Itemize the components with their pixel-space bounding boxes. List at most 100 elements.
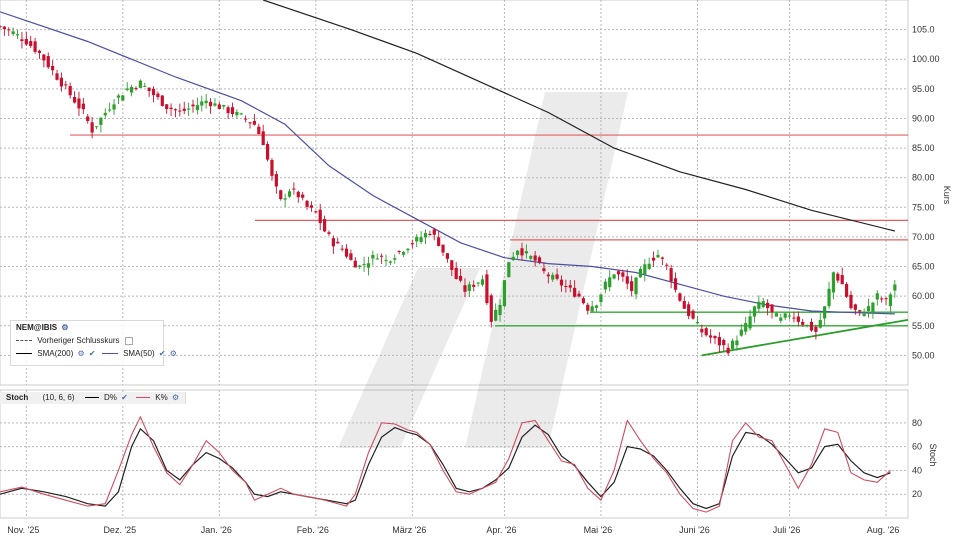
candle <box>265 141 270 162</box>
candle-body <box>336 241 340 244</box>
candle-body <box>866 306 871 312</box>
sma50-check-icon[interactable]: ✔ <box>159 349 166 358</box>
candle-body <box>59 77 64 87</box>
candle-body <box>292 188 296 190</box>
candle-body <box>397 251 401 253</box>
candle-body <box>318 209 322 224</box>
candle-body <box>423 233 428 238</box>
x-tick-label: März '26 <box>392 525 426 535</box>
candle-body <box>213 103 217 106</box>
candle-body <box>643 264 647 275</box>
stoch-tick-label: 60 <box>912 442 922 452</box>
candle-body <box>24 38 28 45</box>
candle-body <box>507 262 511 278</box>
candle-body <box>893 284 897 291</box>
candle-body <box>555 274 559 279</box>
candle-body <box>116 95 121 98</box>
candle-body <box>401 252 406 255</box>
candle-body <box>42 54 46 61</box>
candle-body <box>458 275 463 281</box>
candle-body <box>366 263 371 268</box>
y-tick-label: 65.00 <box>912 262 935 272</box>
candle-body <box>270 159 274 176</box>
candle-body <box>340 248 344 250</box>
candle-body <box>766 302 770 309</box>
candle-body <box>888 294 893 307</box>
candle-body <box>108 109 112 111</box>
candle-body <box>445 253 450 259</box>
candle-body <box>783 313 787 318</box>
candle-body <box>432 229 436 235</box>
d-swatch <box>84 397 99 399</box>
candle-body <box>2 26 6 30</box>
candle-body <box>516 250 520 255</box>
candle-body <box>770 304 774 313</box>
candle-body <box>638 268 643 278</box>
candle-body <box>261 131 265 146</box>
candle-body <box>722 339 726 346</box>
candle-body <box>700 328 704 333</box>
candle-body <box>735 340 739 346</box>
d-check-icon[interactable]: ✔ <box>121 393 128 402</box>
candle-body <box>230 107 235 115</box>
candle-body <box>884 298 888 300</box>
sma200-check-icon[interactable]: ✔ <box>89 349 96 358</box>
sma50-swatch <box>101 353 118 355</box>
stoch-tick-label: 80 <box>912 418 922 428</box>
candle-body <box>99 117 103 125</box>
candle-body <box>774 313 779 317</box>
candle-body <box>577 293 581 297</box>
candle-body <box>160 95 164 106</box>
candle-body <box>393 258 397 260</box>
prev-close-checkbox[interactable] <box>124 336 133 345</box>
y-tick-label: 85.00 <box>912 143 935 153</box>
candle-body <box>121 95 125 101</box>
candle-body <box>248 122 252 124</box>
candle-body <box>621 272 625 277</box>
candle-body <box>630 281 634 292</box>
settings-icon[interactable]: ⚙ <box>61 323 68 332</box>
candle-body <box>151 88 156 96</box>
candle-body <box>586 304 590 311</box>
candle-body <box>86 116 90 121</box>
candle-body <box>590 306 594 312</box>
candle-body <box>217 104 221 109</box>
candle-body <box>226 107 230 114</box>
candle-body <box>29 41 33 47</box>
sma50-settings-icon[interactable]: ⚙ <box>170 349 177 358</box>
candle-body <box>33 41 37 52</box>
candle-body <box>344 248 349 257</box>
candle-body <box>687 304 691 317</box>
stoch-tick-label: 40 <box>912 465 922 475</box>
y-tick-label: 80.00 <box>912 173 935 183</box>
candle-body <box>90 122 94 133</box>
k-settings-icon[interactable]: ⚙ <box>172 393 179 402</box>
candle-body <box>542 268 546 272</box>
candle-body <box>612 274 616 279</box>
candle-body <box>682 301 686 309</box>
legend-row-sma: SMA(200) ⚙ ✔ SMA(50) ✔ ⚙ <box>11 347 177 360</box>
candle-body <box>709 335 713 338</box>
candle-body <box>665 264 669 266</box>
candle-body <box>112 104 116 110</box>
candle-body <box>380 255 384 257</box>
candle-body <box>524 251 528 254</box>
candle-body <box>809 321 814 331</box>
candle-body <box>880 298 884 300</box>
candle-body <box>673 278 678 290</box>
candle <box>485 269 489 305</box>
candle-body <box>265 143 270 160</box>
stoch-tick-label: 20 <box>912 489 922 499</box>
candle-body <box>752 306 757 317</box>
candle-body <box>15 34 20 36</box>
sma200-label: SMA(200) <box>37 349 74 358</box>
sma200-settings-icon[interactable]: ⚙ <box>77 349 84 358</box>
prev-close-label: Vorheriger Schlusskurs <box>37 336 120 345</box>
x-tick-label: Feb. '26 <box>297 525 329 535</box>
candle-body <box>836 273 840 281</box>
candle-body <box>81 103 85 110</box>
candle-body <box>818 320 822 328</box>
candle-body <box>669 268 673 282</box>
candle-body <box>173 109 178 111</box>
candle-body <box>844 283 849 297</box>
